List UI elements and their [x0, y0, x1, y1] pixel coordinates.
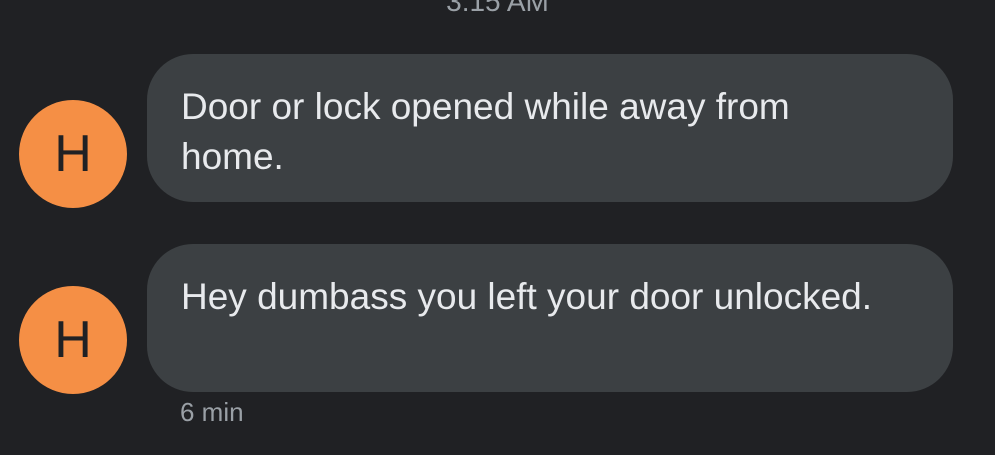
sender-avatar[interactable]: H — [19, 100, 127, 208]
message-bubble[interactable]: Hey dumbass you left your door unlocked. — [147, 244, 953, 392]
conversation-timestamp: 3:15 AM — [446, 0, 549, 17]
sender-avatar[interactable]: H — [19, 286, 127, 394]
message-time: 6 min — [180, 397, 244, 427]
message-text: Door or lock opened while away from home… — [181, 86, 790, 177]
message-text: Hey dumbass you left your door unlocked. — [181, 276, 873, 317]
message-bubble[interactable]: Door or lock opened while away from home… — [147, 54, 953, 202]
